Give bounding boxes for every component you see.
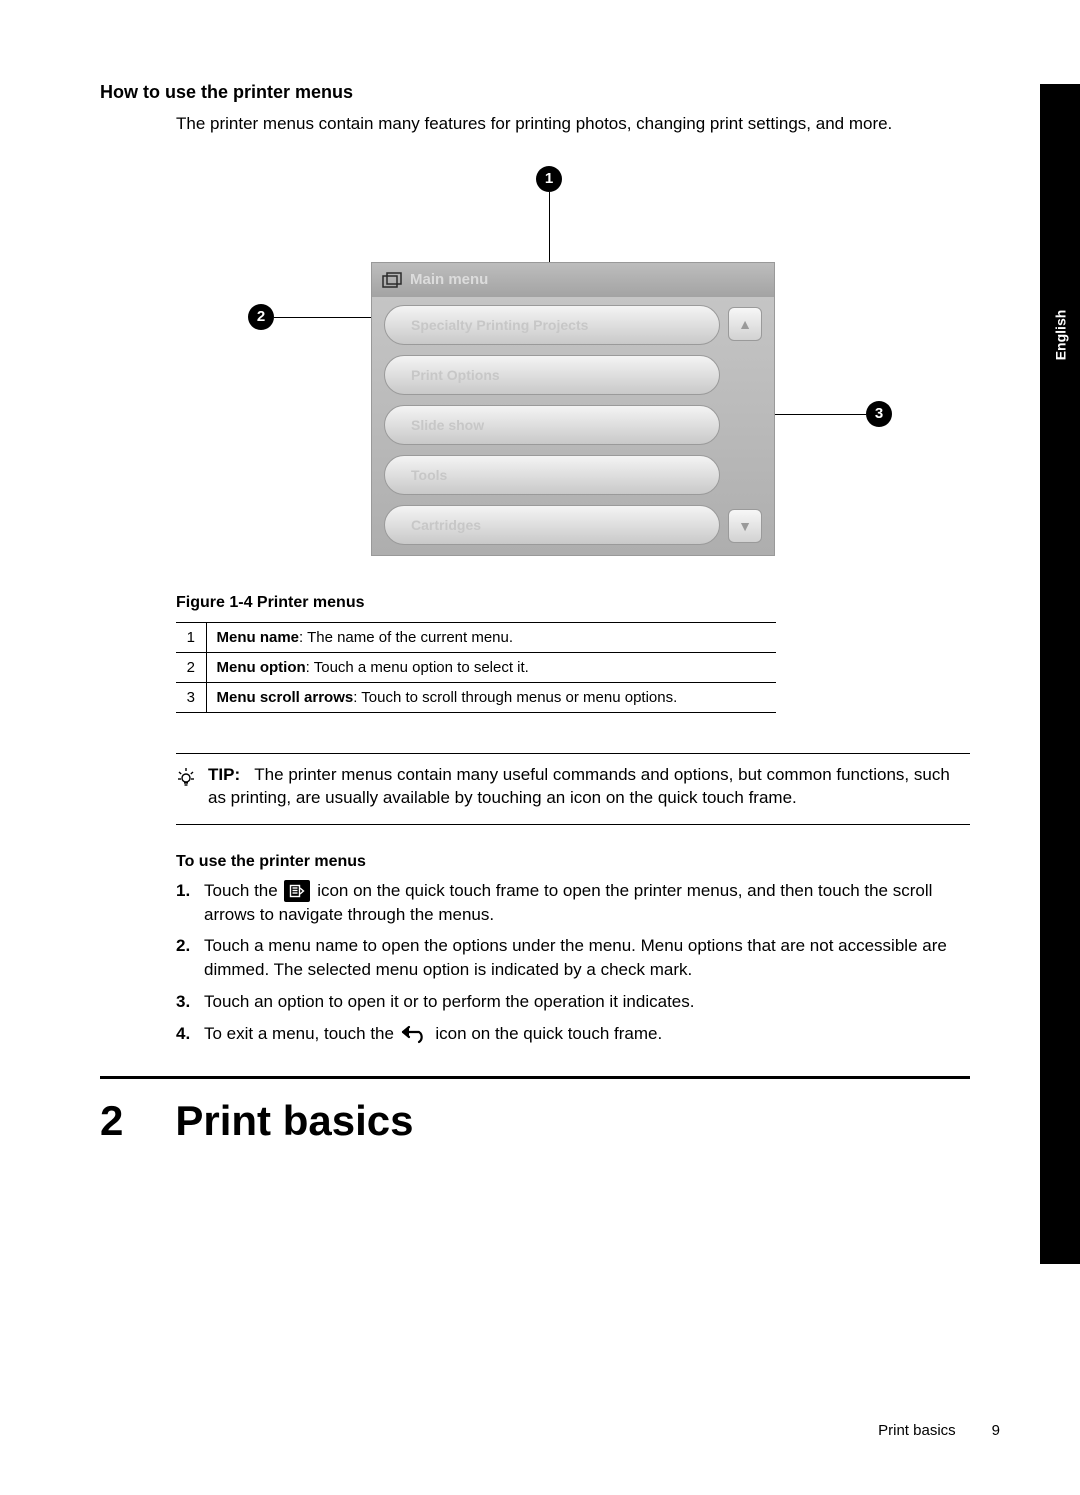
intro-paragraph: The printer menus contain many features … — [176, 113, 970, 136]
callout-3-line — [774, 414, 866, 415]
chapter-number: 2 — [100, 1097, 123, 1145]
tip-icon — [176, 764, 198, 810]
footer-page-number: 9 — [992, 1422, 1000, 1439]
chevron-down-icon: ▼ — [738, 518, 752, 534]
content-area: How to use the printer menus The printer… — [100, 82, 970, 1145]
tip-block: TIP: The printer menus contain many usef… — [176, 753, 970, 825]
photo-stack-icon — [382, 272, 402, 288]
language-tab: English — [1040, 300, 1080, 370]
chapter-rule — [100, 1076, 970, 1079]
screen-title: Main menu — [410, 271, 488, 288]
callout-3: 3 — [866, 401, 892, 427]
figure: 1 2 3 Main menu Specialty Printing Proje… — [176, 166, 970, 586]
step-4: 4. To exit a menu, touch the icon on the… — [176, 1022, 970, 1046]
back-icon — [401, 1024, 429, 1044]
legend-num: 2 — [176, 652, 206, 682]
figure-caption: Figure 1-4 Printer menus — [176, 594, 970, 612]
callout-1: 1 — [536, 166, 562, 192]
screen-header: Main menu — [372, 263, 774, 297]
table-row: 2 Menu option: Touch a menu option to se… — [176, 652, 776, 682]
language-tab-label: English — [1052, 310, 1068, 361]
step-2: 2. Touch a menu name to open the options… — [176, 934, 970, 982]
side-black-bar — [1040, 84, 1080, 1264]
tip-body: The printer menus contain many useful co… — [208, 765, 950, 807]
chevron-up-icon: ▲ — [738, 316, 752, 332]
scroll-up-button[interactable]: ▲ — [728, 307, 762, 341]
legend-table: 1 Menu name: The name of the current men… — [176, 622, 776, 713]
tip-label: TIP: — [208, 765, 240, 784]
step-3: 3. Touch an option to open it or to perf… — [176, 990, 970, 1014]
footer-section: Print basics — [878, 1422, 956, 1439]
chapter-heading: 2 Print basics — [100, 1097, 970, 1145]
legend-text: Menu name: The name of the current menu. — [206, 622, 776, 652]
section-heading: How to use the printer menus — [100, 82, 970, 103]
printer-screen: Main menu Specialty Printing Projects Pr… — [371, 262, 775, 556]
callout-2: 2 — [248, 304, 274, 330]
page-footer: Print basics 9 — [878, 1422, 1000, 1439]
procedure-subheading: To use the printer menus — [176, 853, 970, 871]
tip-text: TIP: The printer menus contain many usef… — [208, 764, 970, 810]
legend-num: 3 — [176, 682, 206, 712]
menu-option-2[interactable]: Print Options — [384, 355, 720, 395]
page: English How to use the printer menus The… — [0, 0, 1080, 1495]
legend-num: 1 — [176, 622, 206, 652]
legend-text: Menu scroll arrows: Touch to scroll thro… — [206, 682, 776, 712]
menu-option-4[interactable]: Tools — [384, 455, 720, 495]
scroll-down-button[interactable]: ▼ — [728, 509, 762, 543]
table-row: 1 Menu name: The name of the current men… — [176, 622, 776, 652]
step-1: 1. Touch the icon on the quick touch fra… — [176, 879, 970, 927]
menu-option-3[interactable]: Slide show — [384, 405, 720, 445]
legend-text: Menu option: Touch a menu option to sele… — [206, 652, 776, 682]
steps-list: 1. Touch the icon on the quick touch fra… — [176, 879, 970, 1046]
menu-icon — [284, 880, 310, 902]
menu-option-5[interactable]: Cartridges — [384, 505, 720, 545]
menu-option-1[interactable]: Specialty Printing Projects — [384, 305, 720, 345]
chapter-title: Print basics — [175, 1097, 413, 1145]
table-row: 3 Menu scroll arrows: Touch to scroll th… — [176, 682, 776, 712]
